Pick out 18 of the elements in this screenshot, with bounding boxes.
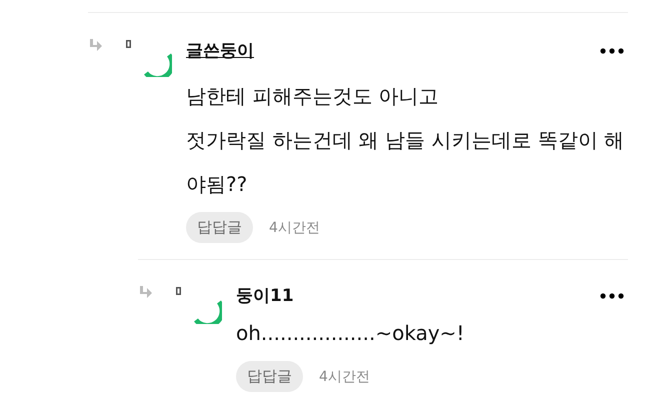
reply-button[interactable]: 답답글 (186, 212, 253, 243)
author-name[interactable]: 둥이11 (236, 284, 294, 307)
loading-arc-icon (142, 53, 172, 77)
loading-arc-icon (192, 300, 222, 324)
comment-text: oh..................~okay~! (236, 320, 466, 347)
comment-text: 야됨?? (186, 171, 248, 198)
timestamp: 4시간전 (319, 368, 370, 386)
more-options-icon[interactable] (600, 292, 624, 298)
comment-text: 남한테 피해주는것도 아니고 (186, 83, 440, 110)
reply-arrow-icon (138, 286, 152, 299)
comment-text: 젓가락질 하는건데 왜 남들 시키는데로 똑같이 해 (186, 127, 626, 154)
reply-button[interactable]: 답답글 (236, 361, 303, 392)
timestamp: 4시간전 (269, 218, 320, 236)
placeholder-glyph-icon (126, 40, 131, 48)
reply-arrow-icon (88, 39, 102, 52)
placeholder-glyph-icon (176, 287, 181, 295)
more-options-icon[interactable] (600, 48, 624, 54)
author-name[interactable]: 글쓴둥이 (186, 39, 254, 62)
